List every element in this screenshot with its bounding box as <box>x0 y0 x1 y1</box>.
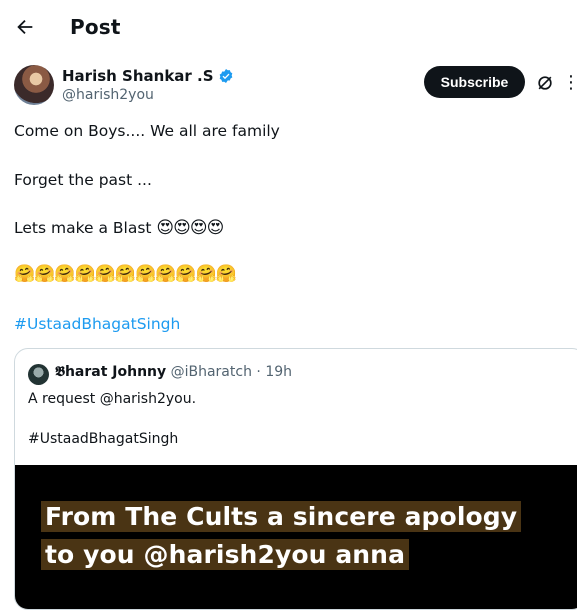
post-text-line: Forget the past ... <box>14 171 152 189</box>
quote-timestamp: 19h <box>265 364 292 380</box>
more-options-icon[interactable]: ⋮ <box>562 73 577 93</box>
quoted-post[interactable]: 𝕭harat Johnny @iBharatch · 19h A request… <box>14 348 577 610</box>
post-text-line: Lets make a Blast 😍😍😍😍 <box>14 218 224 238</box>
verified-badge-icon[interactable] <box>218 68 234 84</box>
post-text-line: Come on Boys.... We all are family <box>14 122 280 140</box>
quote-video-thumbnail[interactable]: From The Cults a sincere apology to you … <box>15 465 577 609</box>
hug-emoji-row: 🤗🤗🤗🤗🤗🤗🤗🤗🤗🤗🤗 <box>14 264 237 284</box>
subscribe-button[interactable]: Subscribe <box>424 66 525 98</box>
post-text: Lets make a Blast <box>14 219 157 237</box>
quote-author-name: 𝕭harat Johnny <box>55 364 167 380</box>
heart-eyes-emoji: 😍😍😍😍 <box>156 218 224 238</box>
author-name[interactable]: Harish Shankar .S <box>62 67 214 85</box>
post-hashtag-link[interactable]: #UstaadBhagatSingh <box>14 315 180 333</box>
author-info: Harish Shankar .S @harish2you <box>62 67 234 103</box>
media-caption-line: From The Cults a sincere apology <box>41 501 522 532</box>
post-header: Post <box>0 0 577 56</box>
author-avatar[interactable] <box>14 65 54 105</box>
author-handle[interactable]: @harish2you <box>62 87 234 103</box>
arrow-left-icon[interactable] <box>14 16 36 38</box>
quote-hashtag: #UstaadBhagatSingh <box>28 431 179 447</box>
quote-author-handle: @iBharatch <box>170 364 252 380</box>
quote-text: A request @harish2you. <box>28 391 197 407</box>
quote-separator: · <box>256 364 261 380</box>
quote-author-avatar <box>28 364 49 385</box>
media-caption-line: to you @harish2you anna <box>41 539 410 570</box>
quote-header: 𝕭harat Johnny @iBharatch · 19h <box>55 364 292 380</box>
grok-icon[interactable] <box>535 73 555 93</box>
page-title: Post <box>70 15 121 39</box>
